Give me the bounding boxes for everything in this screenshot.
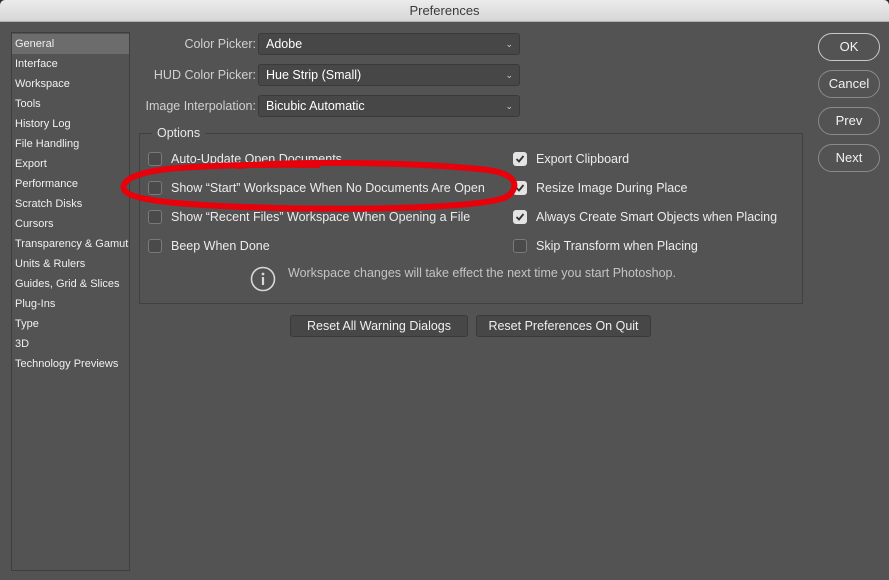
workspace-info-text: Workspace changes will take effect the n… <box>288 266 676 280</box>
title-bar: Preferences <box>0 0 889 22</box>
auto-update-open-documents-checkbox[interactable] <box>148 152 162 166</box>
show-start-workspace-label: Show “Start” Workspace When No Documents… <box>171 181 485 195</box>
options-legend: Options <box>152 126 206 140</box>
checkmark-icon <box>515 155 525 163</box>
color-picker-label: Color Picker: <box>184 37 256 51</box>
export-clipboard-label: Export Clipboard <box>536 152 630 166</box>
sidebar-item-units-rulers[interactable]: Units & Rulers <box>12 254 129 274</box>
skip-transform-when-placing-label: Skip Transform when Placing <box>536 239 698 253</box>
sidebar-item-general[interactable]: General <box>12 34 129 54</box>
show-recent-files-workspace-label: Show “Recent Files” Workspace When Openi… <box>171 210 471 224</box>
export-clipboard-option[interactable]: Export Clipboard <box>513 150 629 168</box>
image-interpolation-select[interactable]: Bicubic Automatic ⌄ <box>258 95 520 117</box>
always-create-smart-objects-checkbox[interactable] <box>513 210 527 224</box>
resize-image-during-place-label: Resize Image During Place <box>536 181 688 195</box>
preferences-dialog: Preferences General Interface Workspace … <box>0 0 889 580</box>
info-icon <box>250 266 276 292</box>
sidebar-item-guides-grid-slices[interactable]: Guides, Grid & Slices <box>12 274 129 294</box>
skip-transform-when-placing-option[interactable]: Skip Transform when Placing <box>513 237 698 255</box>
next-button[interactable]: Next <box>818 144 880 172</box>
hud-color-picker-select[interactable]: Hue Strip (Small) ⌄ <box>258 64 520 86</box>
hud-color-picker-row: HUD Color Picker: <box>138 64 256 86</box>
sidebar-item-history-log[interactable]: History Log <box>12 114 129 134</box>
chevron-down-icon: ⌄ <box>505 101 513 111</box>
hud-color-picker-value: Hue Strip (Small) <box>266 68 362 82</box>
always-create-smart-objects-label: Always Create Smart Objects when Placing <box>536 210 778 224</box>
ok-button[interactable]: OK <box>818 33 880 61</box>
beep-when-done-label: Beep When Done <box>171 239 270 253</box>
color-picker-row: Color Picker: <box>138 33 256 55</box>
checkmark-icon <box>515 213 525 221</box>
image-interpolation-label: Image Interpolation: <box>145 99 257 113</box>
show-recent-files-workspace-option[interactable]: Show “Recent Files” Workspace When Openi… <box>148 208 470 226</box>
reset-preferences-on-quit-button[interactable]: Reset Preferences On Quit <box>476 315 651 337</box>
image-interpolation-value: Bicubic Automatic <box>266 99 365 113</box>
sidebar-item-3d[interactable]: 3D <box>12 334 129 354</box>
sidebar-item-plug-ins[interactable]: Plug-Ins <box>12 294 129 314</box>
sidebar-item-performance[interactable]: Performance <box>12 174 129 194</box>
show-recent-files-workspace-checkbox[interactable] <box>148 210 162 224</box>
sidebar-item-transparency-gamut[interactable]: Transparency & Gamut <box>12 234 129 254</box>
beep-when-done-checkbox[interactable] <box>148 239 162 253</box>
resize-image-during-place-option[interactable]: Resize Image During Place <box>513 179 687 197</box>
preferences-sidebar: General Interface Workspace Tools Histor… <box>11 32 130 571</box>
hud-color-picker-label: HUD Color Picker: <box>153 68 256 82</box>
show-start-workspace-checkbox[interactable] <box>148 181 162 195</box>
sidebar-item-type[interactable]: Type <box>12 314 129 334</box>
auto-update-open-documents-option[interactable]: Auto-Update Open Documents <box>148 150 342 168</box>
sidebar-item-tools[interactable]: Tools <box>12 94 129 114</box>
sidebar-item-cursors[interactable]: Cursors <box>12 214 129 234</box>
chevron-down-icon: ⌄ <box>505 39 513 49</box>
sidebar-item-technology-previews[interactable]: Technology Previews <box>12 354 129 374</box>
checkmark-icon <box>515 184 525 192</box>
sidebar-item-export[interactable]: Export <box>12 154 129 174</box>
image-interpolation-row: Image Interpolation: <box>138 95 257 117</box>
chevron-down-icon: ⌄ <box>505 70 513 80</box>
sidebar-item-workspace[interactable]: Workspace <box>12 74 129 94</box>
always-create-smart-objects-option[interactable]: Always Create Smart Objects when Placing <box>513 208 777 226</box>
prev-button[interactable]: Prev <box>818 107 880 135</box>
color-picker-value: Adobe <box>266 37 303 51</box>
reset-all-warning-dialogs-button[interactable]: Reset All Warning Dialogs <box>290 315 468 337</box>
sidebar-item-scratch-disks[interactable]: Scratch Disks <box>12 194 129 214</box>
sidebar-item-file-handling[interactable]: File Handling <box>12 134 129 154</box>
cancel-button[interactable]: Cancel <box>818 70 880 98</box>
show-start-workspace-option[interactable]: Show “Start” Workspace When No Documents… <box>148 179 485 197</box>
sidebar-item-interface[interactable]: Interface <box>12 54 129 74</box>
resize-image-during-place-checkbox[interactable] <box>513 181 527 195</box>
export-clipboard-checkbox[interactable] <box>513 152 527 166</box>
skip-transform-when-placing-checkbox[interactable] <box>513 239 527 253</box>
color-picker-select[interactable]: Adobe ⌄ <box>258 33 520 55</box>
auto-update-open-documents-label: Auto-Update Open Documents <box>171 152 342 166</box>
window-title: Preferences <box>409 3 480 18</box>
beep-when-done-option[interactable]: Beep When Done <box>148 237 270 255</box>
